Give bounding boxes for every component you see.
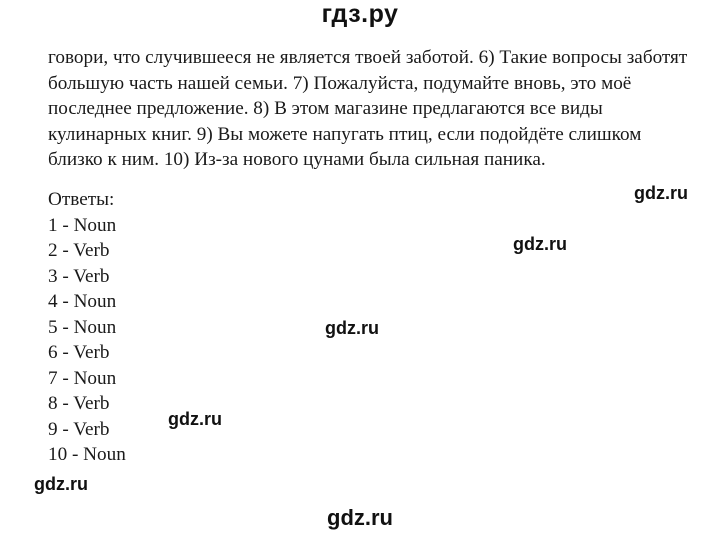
answer-item: 8 - Verb: [48, 393, 110, 414]
answer-item: 10 - Noun: [48, 444, 126, 465]
watermark: gdz.ru: [634, 183, 688, 203]
answer-item: 5 - Noun: [48, 316, 117, 338]
answer-item: 9 - Verb: [48, 418, 110, 440]
text-line: кулинарных книг. 9) Вы можете напугать п…: [48, 123, 642, 145]
site-title: гдз.ру: [321, 0, 399, 28]
answer-item: 7 - Noun: [48, 367, 117, 389]
answer-item: 1 - Noun: [48, 214, 117, 236]
text-line: говори, что случившееся не является твое…: [48, 47, 688, 68]
text-line: близко к ним. 10) Из-за нового цунами бы…: [48, 149, 546, 171]
answer-item: 2 - Verb: [48, 240, 110, 261]
watermark: gdz.ru: [34, 474, 88, 494]
watermark: gdz.ru: [513, 234, 567, 254]
watermark: gdz.ru: [168, 409, 222, 429]
text-line: последнее предложение. 8) В этом магазин…: [48, 98, 603, 120]
text-line: большую часть нашей семьи. 7) Пожалуйста…: [48, 72, 632, 94]
exercise-text: говори, что случившееся не является твое…: [48, 45, 718, 173]
footer-watermark: gdz.ru: [327, 505, 393, 530]
answers-heading: Ответы:: [48, 189, 115, 210]
answer-item: 4 - Noun: [48, 291, 117, 312]
answer-item: 6 - Verb: [48, 342, 110, 363]
watermark: gdz.ru: [325, 318, 379, 338]
answer-item: 3 - Verb: [48, 265, 110, 287]
answers-list: Ответы: 1 - Noun 2 - Verb 3 - Verb 4 - N…: [48, 187, 126, 468]
